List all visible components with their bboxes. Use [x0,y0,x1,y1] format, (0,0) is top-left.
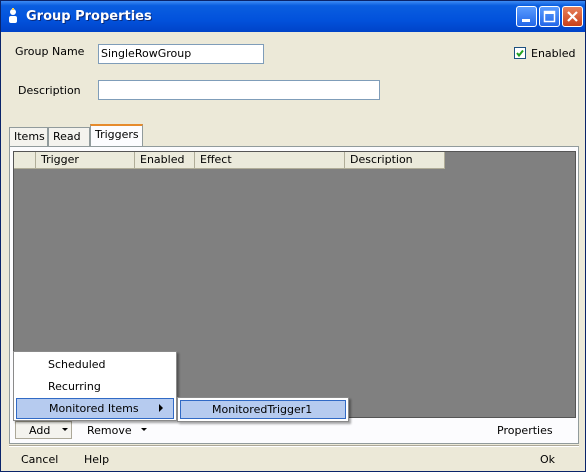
enabled-label: Enabled [531,47,576,60]
app-icon [7,8,21,24]
description-label: Description [18,84,81,97]
column-header-enabled[interactable]: Enabled [135,152,195,169]
properties-button[interactable]: Properties [497,424,553,437]
column-header-trigger[interactable]: Trigger [36,152,135,169]
submenu-item-monitored-trigger1[interactable]: MonitoredTrigger1 [180,400,346,419]
dropdown-arrow-icon [62,428,68,431]
remove-button-label: Remove [87,424,132,437]
menu-item-recurring[interactable]: Recurring [16,376,174,397]
title-bar[interactable]: Group Properties [1,1,585,32]
tab-read[interactable]: Read [48,127,90,146]
group-name-field[interactable]: SingleRowGroup [98,44,264,64]
add-menu: Scheduled Recurring Monitored Items [13,351,177,421]
footer-separator [9,445,579,447]
window-title: Group Properties [26,9,152,24]
row-header-column [14,152,36,169]
minimize-button[interactable] [516,6,537,27]
group-properties-window: Group Properties Group Name SingleRowGro… [0,0,586,472]
remove-button[interactable]: Remove [81,421,151,439]
column-header-effect[interactable]: Effect [195,152,345,169]
cancel-button[interactable]: Cancel [21,453,58,466]
add-button-label: Add [29,424,51,437]
add-button[interactable]: Add [15,421,72,439]
monitored-items-submenu: MonitoredTrigger1 [177,397,349,422]
tab-items[interactable]: Items [9,127,48,146]
close-icon [567,11,578,22]
minimize-icon [522,19,530,22]
tab-triggers[interactable]: Triggers [90,124,143,146]
checkmark-icon [516,49,524,58]
help-button[interactable]: Help [84,453,109,466]
enabled-checkbox[interactable] [514,47,526,59]
dropdown-arrow-icon [141,428,147,431]
maximize-button[interactable] [539,6,560,27]
close-button[interactable] [562,6,583,27]
menu-item-monitored-items[interactable]: Monitored Items [16,398,174,419]
group-name-label: Group Name [15,45,85,58]
column-header-description[interactable]: Description [345,152,445,169]
menu-item-monitored-items-label: Monitored Items [49,402,139,415]
description-field[interactable] [98,80,380,100]
menu-item-scheduled[interactable]: Scheduled [16,354,174,375]
ok-button[interactable]: Ok [540,453,555,466]
maximize-icon [543,10,556,23]
submenu-arrow-icon [159,404,163,412]
